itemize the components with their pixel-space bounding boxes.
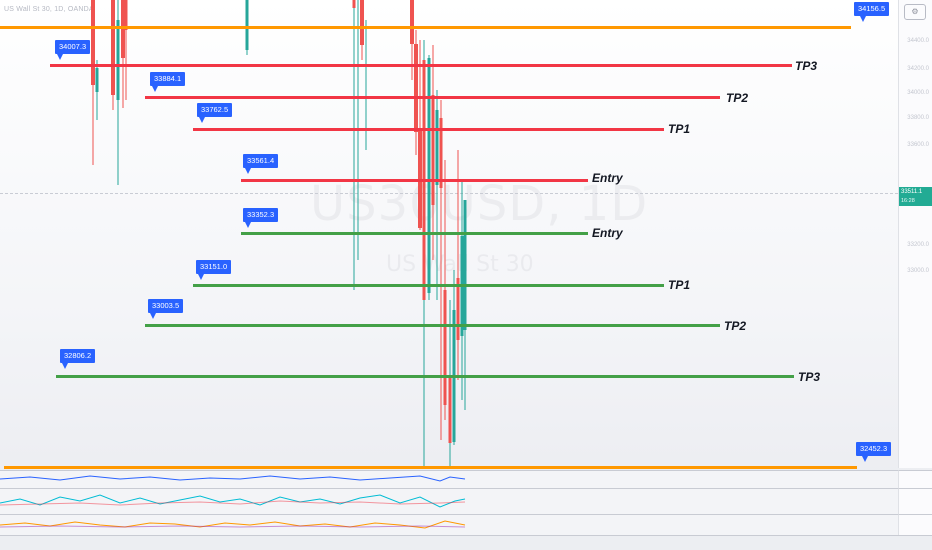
candle: [91, 0, 95, 85]
price-tick: 34400.0: [907, 38, 929, 44]
buy-tp3-price-tag[interactable]: 32806.2: [60, 349, 96, 369]
buy-tp1-label: TP1: [668, 278, 691, 292]
candle: [121, 0, 125, 58]
sell-tp1-label: TP1: [668, 122, 691, 136]
price-tick: 33800.0: [907, 115, 929, 121]
indicator-2-scale: [898, 488, 932, 515]
candle: [463, 200, 467, 330]
sell-tp2-price-tag[interactable]: 33884.1: [150, 72, 186, 92]
chart-area[interactable]: US Wall St 30, 1D, OANDA US30USD, 1D US …: [0, 0, 932, 550]
bar-countdown: 16:28: [901, 198, 915, 204]
support-line[interactable]: [4, 466, 857, 469]
buy-entry-line[interactable]: [241, 232, 588, 235]
price-tick: 33600.0: [907, 142, 929, 148]
sell-entry-label: Entry: [592, 171, 623, 185]
candle: [410, 0, 414, 44]
indicator-pane-1[interactable]: [0, 470, 898, 489]
sell-entry-line[interactable]: [241, 179, 588, 182]
buy-entry-price-tag[interactable]: 33352.3: [243, 208, 279, 228]
sell-tp3-price-tag[interactable]: 34007.3: [55, 40, 91, 60]
candle: [456, 278, 460, 340]
candle: [418, 128, 422, 228]
price-tick: 34000.0: [907, 90, 929, 96]
candle: [245, 0, 249, 50]
sell-entry-price-tag[interactable]: 33561.4: [243, 154, 279, 174]
sell-tp3-label: TP3: [795, 59, 818, 73]
current-price-value: 33511.1: [901, 189, 923, 195]
buy-tp1-line[interactable]: [193, 284, 664, 287]
candle: [116, 20, 120, 100]
indicator-3-scale: [898, 514, 932, 535]
candle: [448, 378, 452, 443]
buy-tp3-label: TP3: [798, 370, 821, 384]
current-price-label: 33511.1 16:28: [899, 187, 932, 206]
time-scale[interactable]: [0, 535, 932, 550]
buy-tp2-price-tag[interactable]: 33003.5: [148, 299, 184, 319]
sell-tp3-line[interactable]: [50, 64, 792, 67]
buy-tp3-line[interactable]: [56, 375, 794, 378]
buy-tp2-label: TP2: [724, 319, 747, 333]
candle: [435, 110, 439, 185]
indicator-1-line: [0, 475, 466, 482]
candle: [414, 44, 418, 132]
indicator-2-line: [0, 494, 466, 508]
support-price-tag[interactable]: 32452.3: [856, 442, 892, 462]
price-tick: 33000.0: [907, 268, 929, 274]
indicator-1-scale: [898, 470, 932, 489]
candle-cluster-mid: [245, 0, 367, 290]
sell-tp1-price-tag[interactable]: 33762.5: [197, 103, 233, 123]
price-tick: 34200.0: [907, 66, 929, 72]
indicator-pane-2[interactable]: [0, 488, 898, 515]
buy-tp2-line[interactable]: [145, 324, 720, 327]
buy-entry-label: Entry: [592, 226, 623, 240]
resistance-price-tag[interactable]: 34156.5: [854, 2, 890, 22]
sell-tp2-line[interactable]: [145, 96, 720, 99]
sell-tp1-line[interactable]: [193, 128, 664, 131]
indicator-3-line: [0, 520, 466, 529]
candle: [431, 95, 435, 205]
candle: [352, 0, 356, 8]
candle: [360, 0, 364, 45]
buy-tp1-price-tag[interactable]: 33151.0: [196, 260, 232, 280]
price-scale[interactable]: 34400.0 34200.0 34000.0 33800.0 33600.0 …: [898, 0, 932, 468]
candle: [443, 290, 447, 405]
price-tick: 33200.0: [907, 242, 929, 248]
indicator-pane-3[interactable]: [0, 514, 898, 535]
sell-tp2-label: TP2: [726, 91, 749, 105]
resistance-line[interactable]: [0, 26, 851, 29]
gear-icon[interactable]: ⚙: [904, 4, 926, 20]
candle: [427, 58, 431, 293]
candle: [111, 0, 115, 95]
candle: [95, 68, 99, 92]
